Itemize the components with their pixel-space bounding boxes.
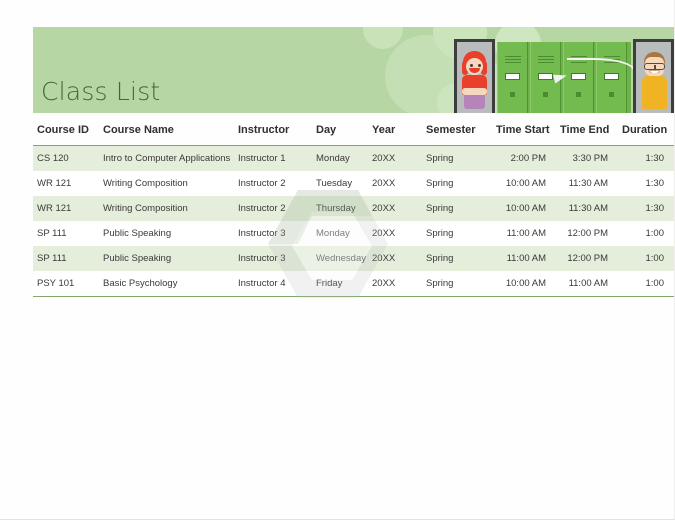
cell-time-end: 11:00 AM [556, 271, 618, 297]
cell-course-id: WR 121 [33, 196, 99, 221]
class-list-table: Course ID Course Name Instructor Day Yea… [33, 120, 674, 297]
cell-duration: 1:30 [618, 146, 674, 172]
cell-instructor: Instructor 2 [234, 171, 312, 196]
cell-year: 20XX [368, 271, 422, 297]
column-header-year: Year [368, 120, 422, 146]
cell-course-id: WR 121 [33, 171, 99, 196]
cell-course-name: Intro to Computer Applications [99, 146, 234, 172]
cell-duration: 1:00 [618, 246, 674, 271]
cell-duration: 1:30 [618, 171, 674, 196]
cell-time-start: 11:00 AM [492, 221, 556, 246]
cell-time-start: 10:00 AM [492, 171, 556, 196]
cell-semester: Spring [422, 146, 492, 172]
girl-red-hair-icon [454, 39, 495, 113]
cell-course-id: SP 111 [33, 221, 99, 246]
cell-course-name: Writing Composition [99, 171, 234, 196]
cell-instructor: Instructor 3 [234, 246, 312, 271]
cell-duration: 1:30 [618, 196, 674, 221]
cell-course-name: Basic Psychology [99, 271, 234, 297]
cell-time-end: 11:30 AM [556, 171, 618, 196]
table-row: WR 121 Writing Composition Instructor 2 … [33, 171, 674, 196]
table-row: SP 111 Public Speaking Instructor 3 Wedn… [33, 246, 674, 271]
column-header-instructor: Instructor [234, 120, 312, 146]
column-header-time-start: Time Start [492, 120, 556, 146]
cell-semester: Spring [422, 171, 492, 196]
cell-duration: 1:00 [618, 271, 674, 297]
cell-course-id: PSY 101 [33, 271, 99, 297]
cell-time-start: 10:00 AM [492, 196, 556, 221]
table-row: CS 120 Intro to Computer Applications In… [33, 146, 674, 172]
doorway-left [454, 39, 495, 113]
cell-year: 20XX [368, 146, 422, 172]
table-header-row: Course ID Course Name Instructor Day Yea… [33, 120, 674, 146]
table-body: CS 120 Intro to Computer Applications In… [33, 146, 674, 297]
doorway-right [633, 39, 674, 113]
boy-glasses-icon [633, 39, 674, 113]
cell-course-name: Public Speaking [99, 246, 234, 271]
locker-icon [497, 42, 528, 113]
table-row: SP 111 Public Speaking Instructor 3 Mond… [33, 221, 674, 246]
cell-duration: 1:00 [618, 221, 674, 246]
document-page: Class List [0, 0, 675, 520]
cell-course-name: Writing Composition [99, 196, 234, 221]
cell-instructor: Instructor 2 [234, 196, 312, 221]
cell-time-end: 3:30 PM [556, 146, 618, 172]
cell-semester: Spring [422, 221, 492, 246]
cell-time-end: 11:30 AM [556, 196, 618, 221]
cell-day: Monday [312, 221, 368, 246]
cell-year: 20XX [368, 171, 422, 196]
cell-semester: Spring [422, 271, 492, 297]
cell-semester: Spring [422, 246, 492, 271]
cell-time-end: 12:00 PM [556, 221, 618, 246]
cell-day: Tuesday [312, 171, 368, 196]
cell-day: Wednesday [312, 246, 368, 271]
table-row: PSY 101 Basic Psychology Instructor 4 Fr… [33, 271, 674, 297]
class-list-table-container: Course ID Course Name Instructor Day Yea… [33, 120, 674, 297]
cell-day: Friday [312, 271, 368, 297]
cell-instructor: Instructor 3 [234, 221, 312, 246]
cell-time-start: 11:00 AM [492, 246, 556, 271]
locker-bank [497, 42, 631, 113]
page-banner: Class List [33, 27, 674, 113]
cell-year: 20XX [368, 221, 422, 246]
table-row: WR 121 Writing Composition Instructor 2 … [33, 196, 674, 221]
column-header-time-end: Time End [556, 120, 618, 146]
cell-instructor: Instructor 1 [234, 146, 312, 172]
cell-time-end: 12:00 PM [556, 246, 618, 271]
column-header-course-name: Course Name [99, 120, 234, 146]
cell-year: 20XX [368, 246, 422, 271]
school-lockers-students-illustration [454, 39, 674, 113]
cell-time-start: 10:00 AM [492, 271, 556, 297]
cell-time-start: 2:00 PM [492, 146, 556, 172]
cell-day: Thursday [312, 196, 368, 221]
cell-year: 20XX [368, 196, 422, 221]
cell-day: Monday [312, 146, 368, 172]
cell-course-name: Public Speaking [99, 221, 234, 246]
column-header-course-id: Course ID [33, 120, 99, 146]
cell-semester: Spring [422, 196, 492, 221]
cell-course-id: SP 111 [33, 246, 99, 271]
cell-instructor: Instructor 4 [234, 271, 312, 297]
column-header-duration: Duration [618, 120, 674, 146]
cell-course-id: CS 120 [33, 146, 99, 172]
column-header-day: Day [312, 120, 368, 146]
column-header-semester: Semester [422, 120, 492, 146]
page-title: Class List [41, 77, 160, 106]
